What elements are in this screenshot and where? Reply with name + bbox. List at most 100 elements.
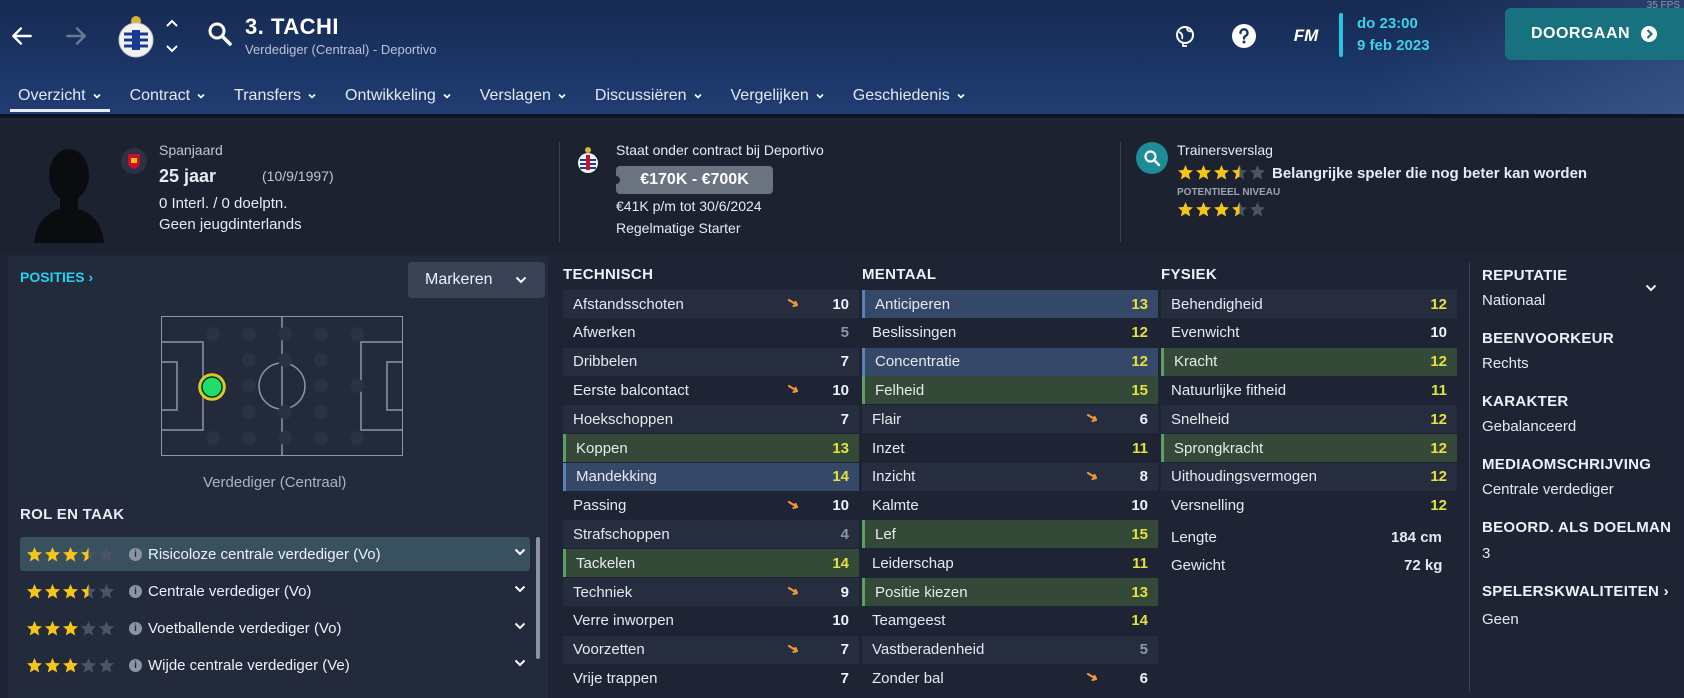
attribute-row[interactable]: Lef 15: [862, 520, 1158, 549]
attribute-row[interactable]: Strafschoppen 4: [563, 520, 859, 549]
player-position-marker[interactable]: [198, 373, 226, 401]
chevron-down-icon[interactable]: [514, 585, 526, 593]
player-avatar: [34, 149, 104, 243]
nationality-flag[interactable]: [121, 148, 147, 174]
attribute-row[interactable]: Behendigheid 12: [1161, 290, 1457, 318]
reputation-value: Nationaal: [1482, 292, 1546, 309]
scout-report-title: Trainersverslag: [1177, 142, 1273, 158]
club-crest-icon[interactable]: [116, 14, 156, 60]
attribute-row[interactable]: Passing 10: [563, 492, 859, 520]
attribute-row[interactable]: Afwerken 5: [563, 319, 859, 347]
player-switcher[interactable]: [164, 18, 180, 54]
back-button[interactable]: [4, 18, 40, 54]
info-icon[interactable]: i: [129, 584, 142, 598]
attribute-row[interactable]: Versnelling 12: [1161, 492, 1457, 520]
attribute-row[interactable]: Inzicht 8: [862, 462, 1158, 491]
role-row[interactable]: i Voetballende verdediger (Vo): [20, 611, 530, 645]
attribute-row[interactable]: Verre inworpen 10: [563, 607, 859, 635]
fm-menu-button[interactable]: FM: [1286, 20, 1326, 52]
tab-geschiedenis[interactable]: Geschiedenis: [843, 80, 976, 112]
attribute-row[interactable]: Concentratie 12: [862, 347, 1158, 376]
attribute-row[interactable]: Mandekking 14: [563, 462, 859, 491]
star-full-icon: [27, 583, 42, 598]
attribute-row[interactable]: Eerste balcontact 10: [563, 376, 859, 404]
attribute-row[interactable]: Leiderschap 11: [862, 549, 1158, 577]
player-subtitle[interactable]: Verdediger (Centraal) - Deportivo: [245, 42, 436, 57]
search-icon[interactable]: [206, 20, 234, 48]
value-range-badge[interactable]: €170K - €700K: [612, 166, 773, 194]
attribute-row[interactable]: Techniek 9: [563, 578, 859, 606]
star-half-icon: [81, 546, 96, 561]
info-icon[interactable]: i: [129, 621, 142, 635]
chevron-down-icon[interactable]: [514, 659, 526, 667]
star-full-icon: [63, 546, 78, 561]
chevron-down-icon[interactable]: [514, 548, 526, 556]
chevron-down-icon[interactable]: [165, 44, 179, 54]
player-traits-link[interactable]: SPELERSKWALITEITEN ›: [1482, 583, 1669, 600]
role-label: Voetballende verdediger (Vo): [148, 619, 342, 637]
attribute-row[interactable]: Voorzetten 7: [563, 635, 859, 664]
attribute-row[interactable]: Flair 6: [862, 405, 1158, 434]
tab-discussieren[interactable]: Discussiëren: [585, 80, 713, 112]
chevron-down-icon[interactable]: [514, 622, 526, 630]
weight-value: 72 kg: [1404, 557, 1443, 574]
roles-scrollbar[interactable]: [536, 537, 540, 659]
attribute-row[interactable]: Vastberadenheid 5: [862, 635, 1158, 664]
attribute-row[interactable]: Teamgeest 14: [862, 607, 1158, 635]
attribute-row[interactable]: Inzet 11: [862, 434, 1158, 462]
tab-vergelijken[interactable]: Vergelijken: [721, 80, 835, 112]
personality-title: KARAKTER: [1482, 393, 1569, 410]
attribute-row[interactable]: Anticiperen 13: [862, 290, 1158, 318]
role-label: Risicoloze centrale verdediger (Vo): [148, 545, 381, 563]
star-full-icon: [1196, 165, 1211, 180]
role-label: Wijde centrale verdediger (Ve): [148, 656, 350, 674]
attribute-row[interactable]: Beslissingen 12: [862, 319, 1158, 347]
personality-value: Gebalanceerd: [1482, 418, 1577, 435]
attribute-value: 12: [1430, 439, 1447, 457]
current-time[interactable]: do 23:00: [1357, 15, 1418, 32]
role-row[interactable]: i Risicoloze centrale verdediger (Vo): [20, 537, 530, 571]
role-row[interactable]: i Wijde centrale verdediger (Ve): [20, 648, 530, 682]
attribute-row[interactable]: Afstandsschoten 10: [563, 290, 859, 318]
tab-overzicht[interactable]: Overzicht: [8, 80, 112, 112]
role-row[interactable]: i Centrale verdediger (Vo): [20, 574, 530, 608]
current-date[interactable]: 9 feb 2023: [1357, 37, 1430, 54]
info-icon[interactable]: i: [129, 547, 142, 561]
attribute-row[interactable]: Kalmte 10: [862, 492, 1158, 520]
forward-button[interactable]: [58, 18, 94, 54]
attribute-row[interactable]: Hoekschoppen 7: [563, 405, 859, 434]
attribute-row[interactable]: Tackelen 14: [563, 549, 859, 578]
tab-verslagen[interactable]: Verslagen: [470, 80, 577, 112]
attribute-row[interactable]: Zonder bal 6: [862, 664, 1158, 692]
attribute-row[interactable]: Evenwicht 10: [1161, 319, 1457, 347]
info-icon[interactable]: i: [129, 658, 142, 672]
mark-dropdown[interactable]: Markeren: [408, 262, 545, 298]
tab-transfers[interactable]: Transfers: [224, 80, 327, 112]
attribute-row[interactable]: Sprongkracht 12: [1161, 434, 1457, 462]
attribute-row[interactable]: Natuurlijke fitheid 11: [1161, 376, 1457, 404]
chevron-down-icon[interactable]: [1645, 284, 1657, 292]
globe-button[interactable]: [1169, 20, 1201, 52]
attribute-name: Koppen: [576, 439, 628, 457]
attribute-row[interactable]: Positie kiezen 13: [862, 578, 1158, 606]
scout-report-button[interactable]: [1136, 142, 1168, 174]
trend-arrow-icon: [1086, 673, 1098, 682]
chevron-up-icon[interactable]: [165, 18, 179, 28]
continue-button[interactable]: DOORGAAN: [1505, 8, 1684, 60]
positions-link[interactable]: POSITIES ›: [20, 269, 93, 285]
attribute-row[interactable]: Felheid 15: [862, 376, 1158, 405]
attribute-value: 11: [1132, 439, 1148, 457]
help-button[interactable]: [1228, 20, 1260, 52]
attribute-row[interactable]: Snelheid 12: [1161, 405, 1457, 434]
player-title: 3. TACHI: [245, 14, 340, 39]
attribute-row[interactable]: Dribbelen 7: [563, 347, 859, 376]
tab-ontwikkeling[interactable]: Ontwikkeling: [335, 80, 462, 112]
attribute-row[interactable]: Vrije trappen 7: [563, 664, 859, 692]
tab-contract[interactable]: Contract: [120, 80, 216, 112]
attribute-row[interactable]: Kracht 12: [1161, 347, 1457, 376]
attribute-row[interactable]: Koppen 13: [563, 434, 859, 462]
chevron-down-icon: [558, 93, 566, 99]
arrow-right-icon: [66, 27, 86, 45]
potential-ability-stars: [1177, 201, 1266, 218]
attribute-row[interactable]: Uithoudingsvermogen 12: [1161, 462, 1457, 491]
